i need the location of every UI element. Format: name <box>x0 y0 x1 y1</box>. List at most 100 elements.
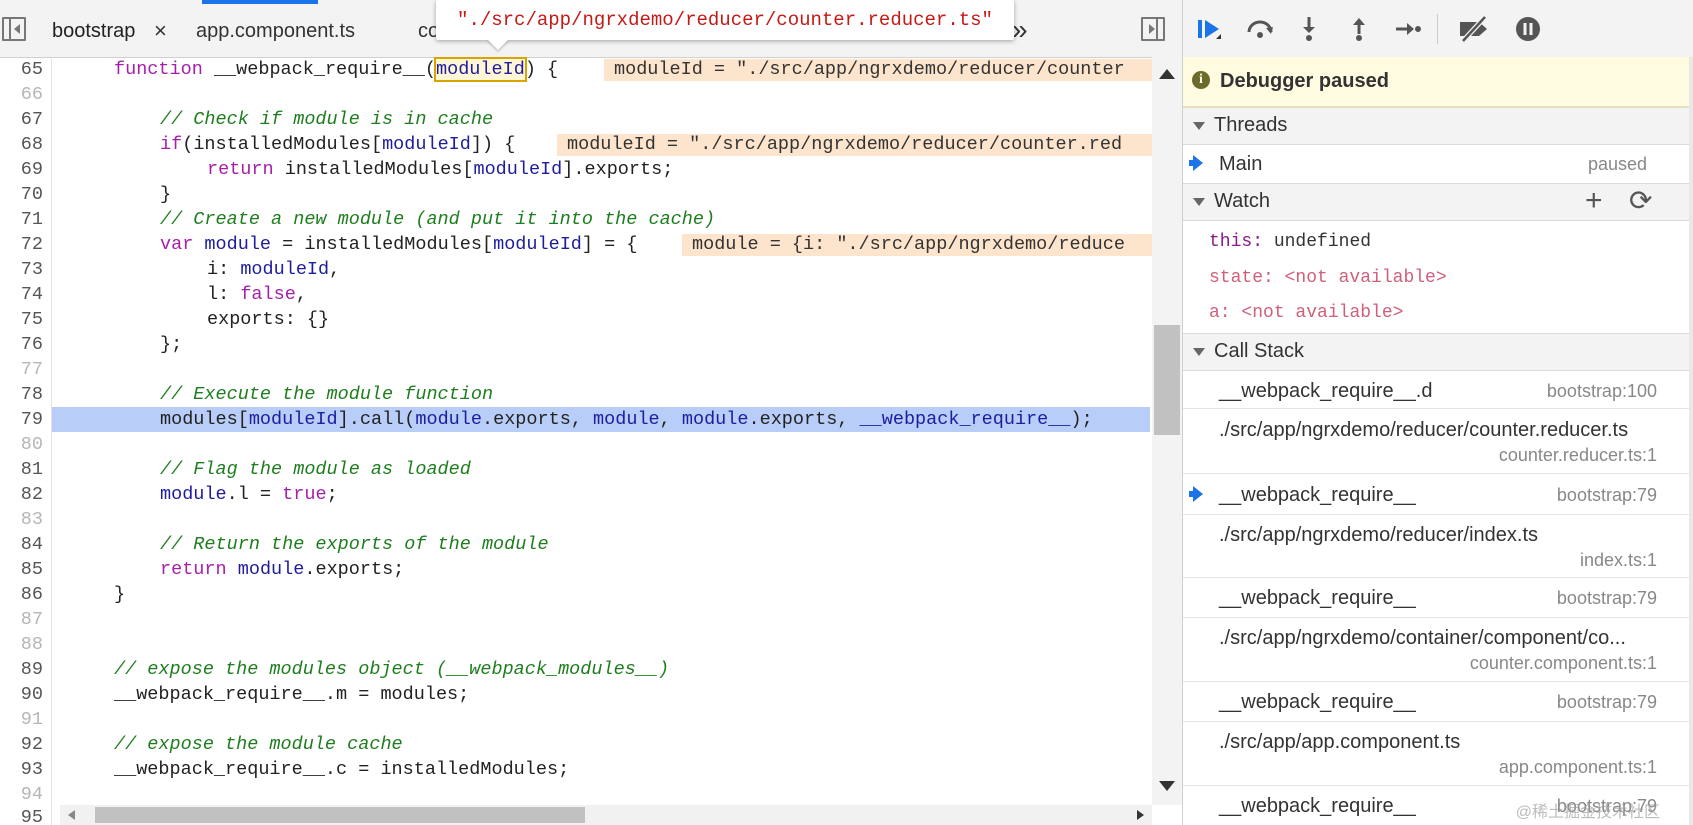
step-out-icon[interactable] <box>1344 14 1374 44</box>
line-number[interactable]: 81 <box>0 457 52 482</box>
code-line[interactable]: 81 // Flag the module as loaded <box>0 457 1150 482</box>
call-frame[interactable]: ./src/app/app.component.ts app.component… <box>1183 722 1693 786</box>
vertical-scrollbar[interactable] <box>1152 57 1182 805</box>
line-number[interactable]: 87 <box>0 607 52 632</box>
code-line[interactable]: 66 <box>0 82 1150 107</box>
collapse-triangle-icon[interactable] <box>1193 348 1205 356</box>
code-line[interactable]: 93 __webpack_require__.c = installedModu… <box>0 757 1150 782</box>
call-frame[interactable]: ./src/app/ngrxdemo/reducer/index.ts inde… <box>1183 515 1693 578</box>
toggle-navigator-icon[interactable] <box>2 17 26 41</box>
hovered-token[interactable]: moduleId <box>433 57 527 82</box>
code-line[interactable]: 72 var module = installedModules[moduleI… <box>0 232 1160 257</box>
code-line[interactable]: 82 module.l = true; <box>0 482 1150 507</box>
horizontal-scrollbar[interactable] <box>60 805 1152 825</box>
line-number[interactable]: 88 <box>0 632 52 657</box>
call-frame[interactable]: ./src/app/ngrxdemo/reducer/counter.reduc… <box>1183 409 1693 474</box>
line-number[interactable]: 94 <box>0 782 52 807</box>
code-line[interactable]: 77 <box>0 357 1150 382</box>
line-number[interactable]: 73 <box>0 257 52 282</box>
code-line[interactable]: 89 // expose the modules object (__webpa… <box>0 657 1150 682</box>
line-number[interactable]: 70 <box>0 182 52 207</box>
code-line[interactable]: 92 // expose the module cache <box>0 732 1150 757</box>
line-number[interactable]: 65 <box>0 57 52 82</box>
line-number[interactable]: 76 <box>0 332 52 357</box>
code-line[interactable]: 73 i: moduleId, <box>0 257 1150 282</box>
code-line[interactable]: 90 __webpack_require__.m = modules; <box>0 682 1150 707</box>
line-number[interactable]: 77 <box>0 357 52 382</box>
line-number[interactable]: 68 <box>0 132 52 157</box>
line-number[interactable]: 85 <box>0 557 52 582</box>
line-number[interactable]: 80 <box>0 432 52 457</box>
step-icon[interactable] <box>1393 14 1423 44</box>
line-number[interactable]: 90 <box>0 682 52 707</box>
line-number[interactable]: 89 <box>0 657 52 682</box>
code-line[interactable]: 69 return installedModules[moduleId].exp… <box>0 157 1150 182</box>
line-number[interactable]: 75 <box>0 307 52 332</box>
call-stack-section-header[interactable]: Call Stack <box>1183 333 1693 371</box>
code-line[interactable]: 76 }; <box>0 332 1150 357</box>
code-line[interactable]: 74 l: false, <box>0 282 1150 307</box>
refresh-icon[interactable]: ⟳ <box>1629 184 1652 217</box>
scrollbar-thumb[interactable] <box>95 807 585 823</box>
line-number[interactable]: 67 <box>0 107 52 132</box>
call-frame-selected[interactable]: __webpack_require__ bootstrap:79 <box>1183 474 1693 515</box>
code-line[interactable]: 85 return module.exports; <box>0 557 1150 582</box>
sidebar-scrollbar[interactable] <box>1689 57 1693 825</box>
code-line[interactable]: 80 <box>0 432 1150 457</box>
collapse-triangle-icon[interactable] <box>1193 198 1205 206</box>
code-line[interactable]: 88 <box>0 632 1150 657</box>
code-line[interactable]: 70 } <box>0 182 1150 207</box>
code-line[interactable]: 87 <box>0 607 1150 632</box>
line-number[interactable]: 91 <box>0 707 52 732</box>
call-frame[interactable]: __webpack_require__.d bootstrap:100 <box>1183 371 1693 409</box>
line-number[interactable]: 79 <box>0 407 52 432</box>
code-area[interactable]: 65 function __webpack_require__(moduleId… <box>0 57 1160 825</box>
code-line[interactable]: 86 } <box>0 582 1150 607</box>
code-line[interactable]: 71 // Create a new module (and put it in… <box>0 207 1150 232</box>
line-number[interactable]: 69 <box>0 157 52 182</box>
code-line[interactable]: 67 // Check if module is in cache <box>0 107 1150 132</box>
step-into-icon[interactable] <box>1294 14 1324 44</box>
watch-expression[interactable]: this: undefined <box>1209 232 1371 252</box>
call-frame[interactable]: __webpack_require__ bootstrap:79 <box>1183 682 1693 722</box>
scroll-right-icon[interactable] <box>1137 810 1144 820</box>
deactivate-breakpoints-icon[interactable] <box>1457 14 1493 44</box>
thread-row[interactable]: Main paused <box>1183 144 1693 182</box>
more-tabs-icon[interactable]: » <box>1012 14 1028 46</box>
watch-section-header[interactable]: Watch + ⟳ <box>1183 183 1693 221</box>
resume-icon[interactable] <box>1194 14 1224 44</box>
call-frame[interactable]: ./src/app/ngrxdemo/container/component/c… <box>1183 618 1693 682</box>
line-number[interactable]: 92 <box>0 732 52 757</box>
line-number[interactable]: 74 <box>0 282 52 307</box>
line-number[interactable]: 82 <box>0 482 52 507</box>
watch-expression[interactable]: a: <not available> <box>1209 303 1403 323</box>
code-line[interactable]: 91 <box>0 707 1150 732</box>
code-line[interactable]: 83 <box>0 507 1150 532</box>
threads-section-header[interactable]: Threads <box>1183 107 1693 145</box>
scroll-up-icon[interactable] <box>1159 69 1175 79</box>
line-number[interactable]: 72 <box>0 232 52 257</box>
line-number[interactable]: 84 <box>0 532 52 557</box>
line-number[interactable]: 95 <box>0 805 52 825</box>
code-line[interactable]: 84 // Return the exports of the module <box>0 532 1150 557</box>
line-number[interactable]: 93 <box>0 757 52 782</box>
code-line[interactable]: 68 if(installedModules[moduleId]) { modu… <box>0 132 1160 157</box>
scroll-left-icon[interactable] <box>68 810 75 820</box>
collapse-triangle-icon[interactable] <box>1193 122 1205 130</box>
add-watch-icon[interactable]: + <box>1585 184 1603 218</box>
scroll-down-icon[interactable] <box>1159 781 1175 791</box>
line-number[interactable]: 83 <box>0 507 52 532</box>
line-number[interactable]: 66 <box>0 82 52 107</box>
line-number[interactable]: 78 <box>0 382 52 407</box>
call-frame[interactable]: __webpack_require__ bootstrap:79 <box>1183 578 1693 618</box>
code-line[interactable]: 75 exports: {} <box>0 307 1150 332</box>
toggle-debugger-icon[interactable] <box>1141 17 1165 41</box>
line-number[interactable]: 71 <box>0 207 52 232</box>
code-line[interactable]: 65 function __webpack_require__(moduleId… <box>0 57 1160 82</box>
line-number[interactable]: 86 <box>0 582 52 607</box>
tab-bootstrap[interactable]: bootstrap × <box>52 0 167 57</box>
close-tab-icon[interactable]: × <box>154 0 167 62</box>
step-over-icon[interactable] <box>1245 14 1275 44</box>
current-execution-line[interactable]: 79 modules[moduleId].call(module.exports… <box>0 407 1150 432</box>
watch-expression[interactable]: state: <not available> <box>1209 268 1447 288</box>
